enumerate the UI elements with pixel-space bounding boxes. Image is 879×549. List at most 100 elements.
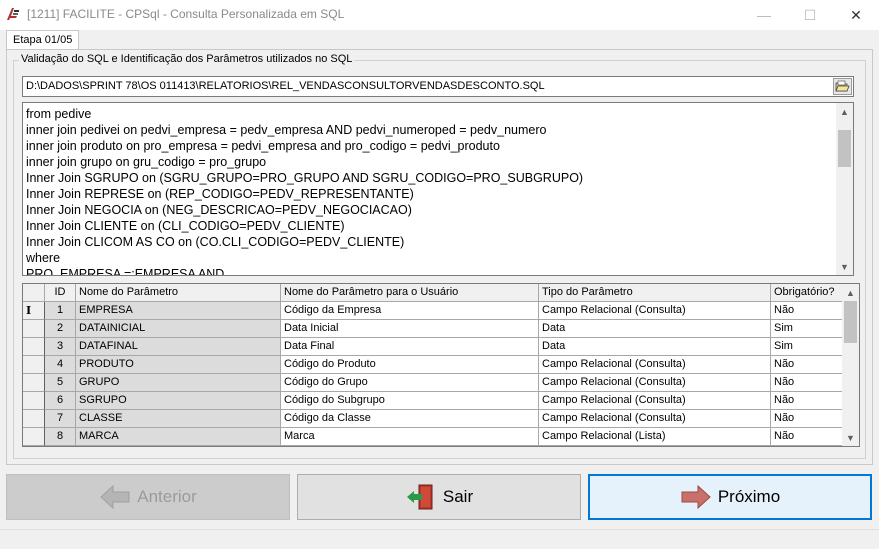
tab-page: Validação do SQL e Identificação dos Par… bbox=[6, 49, 873, 465]
facilite-logo-icon bbox=[7, 8, 19, 20]
scroll-up-arrow-icon[interactable]: ▲ bbox=[836, 103, 853, 120]
group-title: Validação do SQL e Identificação dos Par… bbox=[19, 53, 355, 65]
sql-line: where bbox=[26, 251, 61, 265]
table-cell[interactable]: Não bbox=[771, 302, 843, 320]
grid-scroll-up-arrow-icon[interactable]: ▲ bbox=[842, 284, 859, 301]
title-bar: [1211] FACILITE - CPSql - Consulta Perso… bbox=[0, 0, 879, 30]
window-title: [1211] FACILITE - CPSql - Consulta Perso… bbox=[27, 7, 345, 21]
grid-vertical-scrollbar[interactable]: ▲ ▼ bbox=[842, 284, 859, 446]
sql-line: inner join grupo on gru_codigo = pro_gru… bbox=[26, 155, 267, 169]
exit-label: Sair bbox=[442, 487, 474, 506]
table-cell[interactable]: 2 bbox=[45, 320, 76, 338]
arrow-left-icon bbox=[100, 484, 130, 510]
previous-button[interactable]: Anterior bbox=[6, 474, 290, 520]
tab-strip: Etapa 01/05 bbox=[6, 30, 872, 51]
table-cell[interactable]: DATAINICIAL bbox=[76, 320, 281, 338]
sql-line: Inner Join SGRUPO on (SGRU_GRUPO=PRO_GRU… bbox=[26, 171, 584, 185]
row-indicator[interactable] bbox=[23, 374, 45, 392]
sql-file-path-text: D:\DADOS\SPRINT 78\OS 011413\RELATORIOS\… bbox=[26, 80, 545, 92]
table-cell[interactable]: Campo Relacional (Consulta) bbox=[539, 392, 771, 410]
table-cell[interactable]: Data Final bbox=[281, 338, 539, 356]
sql-lines: from pedive inner join pedivei on pedvi_e… bbox=[26, 106, 836, 276]
next-button[interactable]: Próximo bbox=[588, 474, 872, 520]
row-indicator[interactable] bbox=[23, 428, 45, 446]
table-cell[interactable]: 7 bbox=[45, 410, 76, 428]
table-cell[interactable]: 5 bbox=[45, 374, 76, 392]
row-indicator[interactable] bbox=[23, 392, 45, 410]
scroll-down-arrow-icon[interactable]: ▼ bbox=[836, 258, 853, 275]
minimize-button[interactable]: — bbox=[741, 0, 787, 30]
table-cell[interactable]: CLASSE bbox=[76, 410, 281, 428]
sql-validation-group: Validação do SQL e Identificação dos Par… bbox=[13, 53, 866, 459]
sql-line: Inner Join NEGOCIA on (NEG_DESCRICAO=PED… bbox=[26, 203, 412, 217]
close-button[interactable]: ✕ bbox=[833, 0, 879, 30]
exit-button[interactable]: Sair bbox=[297, 474, 581, 520]
column-header[interactable]: Obrigatório? bbox=[771, 284, 843, 302]
sql-line: PRO_EMPRESA =:EMPRESA AND bbox=[26, 267, 225, 276]
column-header[interactable]: Tipo do Parâmetro bbox=[539, 284, 771, 302]
table-cell[interactable]: 8 bbox=[45, 428, 76, 446]
table-cell[interactable]: GRUPO bbox=[76, 374, 281, 392]
sql-line: from pedive bbox=[26, 107, 92, 121]
row-indicator[interactable] bbox=[23, 356, 45, 374]
table-cell[interactable]: Código da Empresa bbox=[281, 302, 539, 320]
table-cell[interactable]: Data Inicial bbox=[281, 320, 539, 338]
grid-scroll-thumb[interactable] bbox=[844, 301, 857, 343]
tab-etapa-01[interactable]: Etapa 01/05 bbox=[6, 30, 80, 51]
scroll-thumb[interactable] bbox=[838, 130, 851, 167]
browse-button[interactable] bbox=[833, 78, 852, 95]
row-indicator[interactable] bbox=[23, 410, 45, 428]
column-header[interactable]: Nome do Parâmetro para o Usuário bbox=[281, 284, 539, 302]
column-header[interactable]: Nome do Parâmetro bbox=[76, 284, 281, 302]
table-cell[interactable]: Não bbox=[771, 374, 843, 392]
table-cell[interactable]: Data bbox=[539, 320, 771, 338]
arrow-right-icon bbox=[681, 484, 711, 510]
sql-text-area[interactable]: from pedive inner join pedivei on pedvi_e… bbox=[22, 102, 854, 276]
table-cell[interactable]: MARCA bbox=[76, 428, 281, 446]
table-cell[interactable]: PRODUTO bbox=[76, 356, 281, 374]
table-cell[interactable]: Campo Relacional (Lista) bbox=[539, 428, 771, 446]
table-cell[interactable]: Sim bbox=[771, 338, 843, 356]
table-cell[interactable]: 4 bbox=[45, 356, 76, 374]
table-cell[interactable]: Data bbox=[539, 338, 771, 356]
header-indicator-cell bbox=[23, 284, 45, 302]
table-cell[interactable]: Não bbox=[771, 356, 843, 374]
table-cell[interactable]: Marca bbox=[281, 428, 539, 446]
table-cell[interactable]: Campo Relacional (Consulta) bbox=[539, 302, 771, 320]
sql-line: inner join pedivei on pedvi_empresa = pe… bbox=[26, 123, 547, 137]
table-cell[interactable]: Campo Relacional (Consulta) bbox=[539, 374, 771, 392]
row-indicator[interactable] bbox=[23, 338, 45, 356]
grid-scroll-down-arrow-icon[interactable]: ▼ bbox=[842, 429, 859, 446]
status-bar bbox=[0, 529, 879, 549]
table-cell[interactable]: Código do Subgrupo bbox=[281, 392, 539, 410]
table-cell[interactable]: 1 bbox=[45, 302, 76, 320]
row-indicator[interactable] bbox=[23, 320, 45, 338]
table-cell[interactable]: Código da Classe bbox=[281, 410, 539, 428]
sql-line: Inner Join CLIENTE on (CLI_CODIGO=PEDV_C… bbox=[26, 219, 345, 233]
previous-label: Anterior bbox=[137, 487, 197, 506]
table-cell[interactable]: Sim bbox=[771, 320, 843, 338]
sql-vertical-scrollbar[interactable]: ▲ ▼ bbox=[836, 103, 853, 275]
maximize-button[interactable]: ☐ bbox=[787, 0, 833, 30]
sql-file-path-field[interactable]: D:\DADOS\SPRINT 78\OS 011413\RELATORIOS\… bbox=[22, 76, 854, 97]
table-cell[interactable]: 3 bbox=[45, 338, 76, 356]
open-folder-icon bbox=[835, 80, 850, 92]
table-cell[interactable]: Não bbox=[771, 392, 843, 410]
table-cell[interactable]: DATAFINAL bbox=[76, 338, 281, 356]
table-cell[interactable]: SGRUPO bbox=[76, 392, 281, 410]
table-cell[interactable]: 6 bbox=[45, 392, 76, 410]
parameters-grid[interactable]: ID Nome do Parâmetro Nome do Parâmetro par… bbox=[22, 283, 860, 447]
column-header[interactable]: ID bbox=[45, 284, 76, 302]
sql-line: inner join produto on pro_empresa = pedv… bbox=[26, 139, 500, 153]
sql-line: Inner Join REPRESE on (REP_CODIGO=PEDV_R… bbox=[26, 187, 414, 201]
sql-line: Inner Join CLICOM AS CO on (CO.CLI_CODIG… bbox=[26, 235, 405, 249]
table-cell[interactable]: Não bbox=[771, 428, 843, 446]
table-cell[interactable]: Campo Relacional (Consulta) bbox=[539, 410, 771, 428]
table-cell[interactable]: Campo Relacional (Consulta) bbox=[539, 356, 771, 374]
table-cell[interactable]: Código do Produto bbox=[281, 356, 539, 374]
table-cell[interactable]: Não bbox=[771, 410, 843, 428]
next-label: Próximo bbox=[717, 487, 781, 506]
row-indicator[interactable]: I bbox=[23, 302, 45, 320]
table-cell[interactable]: Código do Grupo bbox=[281, 374, 539, 392]
table-cell[interactable]: EMPRESA bbox=[76, 302, 281, 320]
